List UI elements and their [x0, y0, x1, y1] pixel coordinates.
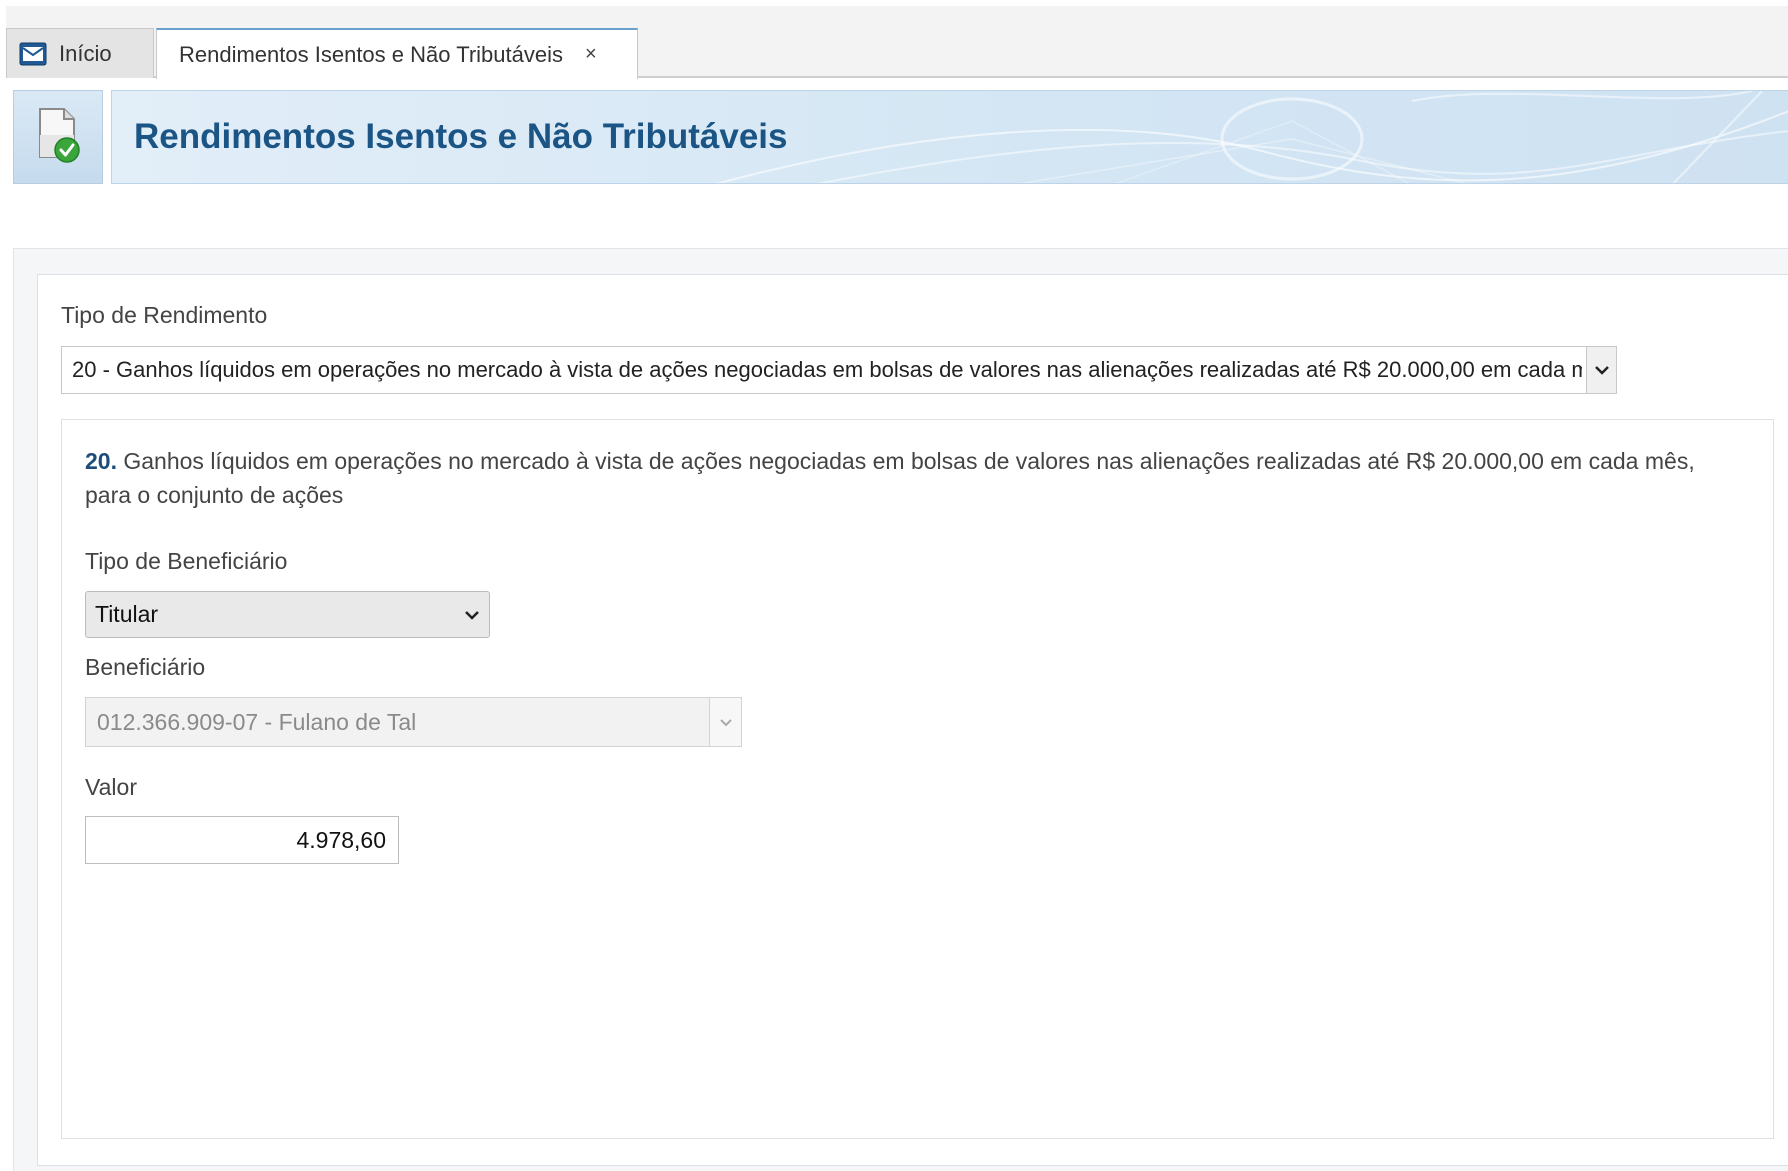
valor-label: Valor — [85, 774, 137, 800]
tipo-rendimento-value: 20 - Ganhos líquidos em operações no mer… — [72, 357, 1582, 382]
rendimento-description: 20. Ganhos líquidos em operações no merc… — [85, 444, 1735, 512]
tab-home-label: Início — [59, 40, 112, 66]
beneficiario-value: 012.366.909-07 - Fulano de Tal — [97, 708, 417, 735]
valor-input[interactable] — [85, 816, 399, 864]
tab-rendimentos-isentos[interactable]: Rendimentos Isentos e Não Tributáveis × — [156, 28, 638, 79]
chevron-down-icon[interactable] — [1586, 347, 1616, 393]
chevron-down-icon — [709, 698, 741, 746]
description-number: 20. — [85, 448, 117, 474]
app-window: Início Rendimentos Isentos e Não Tributá… — [0, 0, 1788, 1171]
tipo-beneficiario-select[interactable]: Titular — [85, 591, 490, 638]
close-icon[interactable]: × — [585, 43, 597, 66]
tipo-beneficiario-value: Titular — [95, 601, 159, 627]
tipo-rendimento-select[interactable]: 20 - Ganhos líquidos em operações no mer… — [61, 346, 1617, 394]
beneficiario-label: Beneficiário — [85, 654, 206, 680]
tab-bar: Início Rendimentos Isentos e Não Tributá… — [6, 6, 1788, 79]
header-icon-box — [13, 90, 103, 184]
receita-logo-icon — [19, 42, 47, 66]
detail-panel — [61, 419, 1774, 1139]
beneficiario-select: 012.366.909-07 - Fulano de Tal — [85, 697, 742, 747]
tipo-beneficiario-label: Tipo de Beneficiário — [85, 548, 288, 574]
page-title: Rendimentos Isentos e Não Tributáveis — [134, 117, 788, 156]
chevron-down-icon[interactable] — [455, 592, 489, 637]
document-check-icon — [34, 105, 82, 170]
page-header: Rendimentos Isentos e Não Tributáveis — [13, 90, 1788, 184]
header-title-box: Rendimentos Isentos e Não Tributáveis — [111, 90, 1788, 184]
description-text: Ganhos líquidos em operações no mercado … — [85, 448, 1695, 508]
tab-active-label: Rendimentos Isentos e Não Tributáveis — [179, 41, 563, 67]
tab-home[interactable]: Início — [6, 28, 154, 78]
tipo-rendimento-label: Tipo de Rendimento — [61, 302, 268, 328]
